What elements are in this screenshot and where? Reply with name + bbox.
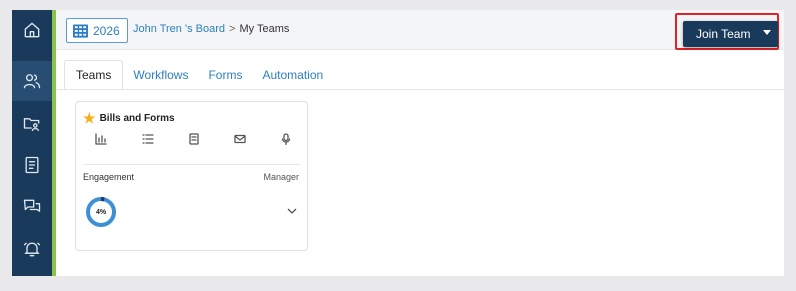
tab-bar: Teams Workflows Forms Automation <box>64 60 333 90</box>
breadcrumb-current: My Teams <box>239 23 290 35</box>
caret-down-icon[interactable] <box>763 30 771 35</box>
mail-icon[interactable] <box>233 132 247 146</box>
list-icon[interactable] <box>141 132 155 146</box>
breadcrumb-board-link[interactable]: John Tren 's Board <box>133 23 225 35</box>
top-bar: 2026 John Tren 's Board > My Teams Join … <box>56 10 784 50</box>
chevron-down-icon[interactable] <box>286 203 298 214</box>
team-card[interactable]: ★ Bills and Forms Engagement Manager 4% <box>75 101 308 251</box>
users-icon <box>23 74 41 89</box>
sidebar <box>12 10 56 276</box>
tab-forms[interactable]: Forms <box>198 60 252 90</box>
breadcrumb-separator: > <box>229 23 236 35</box>
tab-workflows[interactable]: Workflows <box>123 60 198 90</box>
sidebar-item-teams[interactable] <box>12 61 52 101</box>
tab-automation[interactable]: Automation <box>252 60 333 90</box>
team-card-title[interactable]: Bills and Forms <box>100 113 175 124</box>
card-divider <box>83 164 300 165</box>
year-label: 2026 <box>93 23 120 38</box>
folder-person-icon <box>23 118 40 132</box>
sidebar-item-folders[interactable] <box>12 103 52 143</box>
bell-icon <box>23 242 41 257</box>
sidebar-item-chat[interactable] <box>12 187 52 227</box>
join-team-label: Join Team <box>696 27 751 41</box>
join-team-highlight: Join Team <box>675 13 779 50</box>
home-icon <box>24 22 40 38</box>
join-team-button[interactable]: Join Team <box>683 21 778 47</box>
role-label: Manager <box>263 172 299 182</box>
mic-icon[interactable] <box>279 132 293 146</box>
team-card-actions <box>88 132 298 148</box>
main-content: 2026 John Tren 's Board > My Teams Join … <box>56 10 784 276</box>
engagement-value: 4% <box>95 208 107 216</box>
year-selector[interactable]: 2026 <box>66 18 128 43</box>
sidebar-item-documents[interactable] <box>12 145 52 185</box>
building-icon <box>73 23 88 38</box>
team-card-header: ★ Bills and Forms <box>83 111 175 125</box>
tab-teams[interactable]: Teams <box>64 60 124 90</box>
book-icon[interactable] <box>187 132 201 146</box>
engagement-label: Engagement <box>83 172 135 182</box>
sidebar-item-notifications[interactable] <box>12 229 52 269</box>
breadcrumb: John Tren 's Board > My Teams <box>133 23 289 35</box>
tab-divider <box>56 89 784 90</box>
sidebar-item-home[interactable] <box>12 10 52 50</box>
chat-icon <box>23 199 41 212</box>
star-icon[interactable]: ★ <box>83 111 96 125</box>
document-icon <box>25 156 39 174</box>
chart-icon[interactable] <box>94 132 108 146</box>
